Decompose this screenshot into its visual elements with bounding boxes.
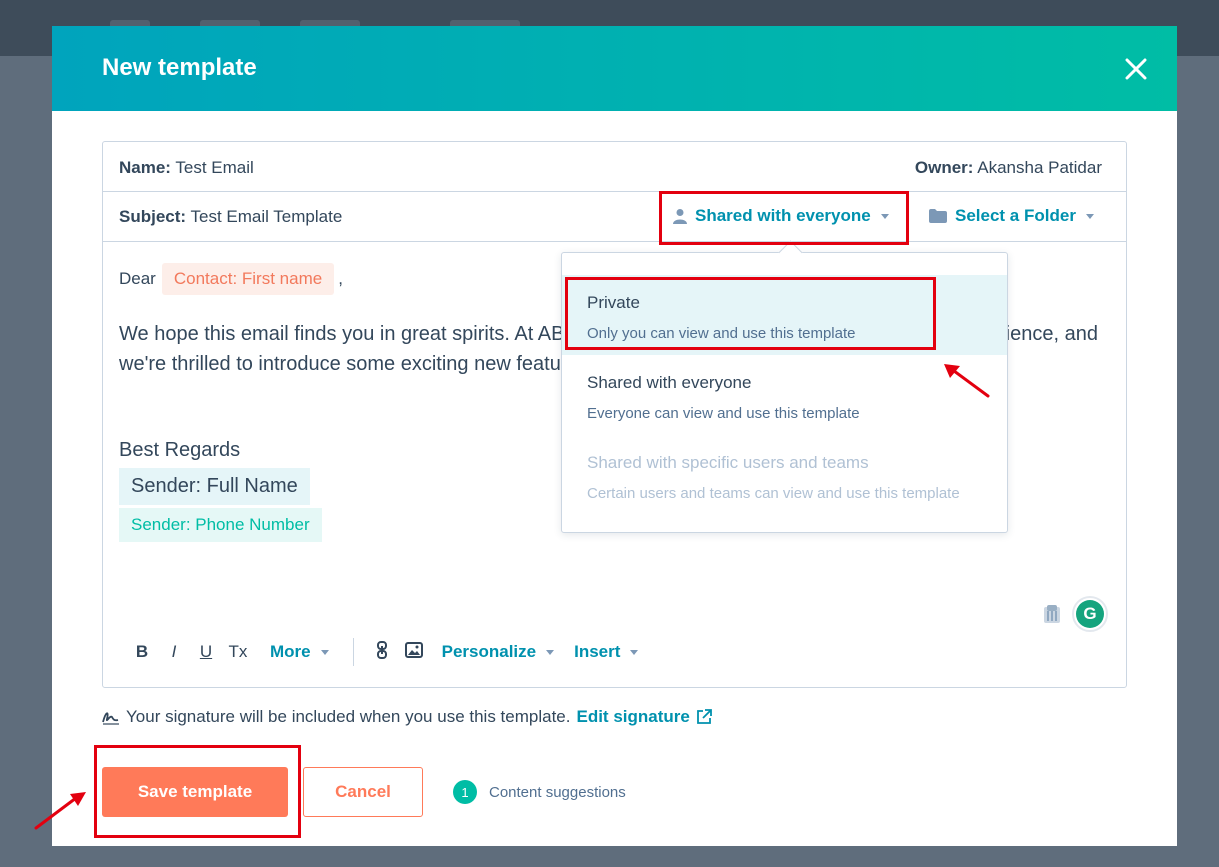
close-icon[interactable] bbox=[1121, 54, 1151, 84]
subject-field[interactable]: Subject: Test Email Template bbox=[119, 207, 342, 227]
greeting-line: Dear Contact: First name , bbox=[119, 263, 343, 295]
user-icon bbox=[673, 209, 687, 224]
toolbar-divider bbox=[352, 638, 354, 666]
subject-row: Subject: Test Email Template Shared with… bbox=[103, 192, 1126, 242]
option-description: Certain users and teams can view and use… bbox=[587, 485, 960, 502]
sharing-dropdown-button[interactable]: Shared with everyone bbox=[673, 206, 889, 226]
paragraph-line-2: we're thrilled to introduce some excitin… bbox=[119, 353, 561, 375]
paragraph-line-1-end: rience, and bbox=[999, 323, 1098, 345]
insert-button[interactable]: Insert bbox=[574, 642, 639, 662]
sharing-option-private[interactable]: Private Only you can view and use this t… bbox=[562, 275, 1007, 355]
edit-signature-link[interactable]: Edit signature bbox=[576, 707, 712, 727]
save-template-button[interactable]: Save template bbox=[102, 767, 288, 817]
sharing-dropdown-menu: Private Only you can view and use this t… bbox=[561, 252, 1008, 533]
modal-title: New template bbox=[102, 54, 257, 81]
modal-header: New template bbox=[52, 26, 1177, 111]
paragraph-line-1: We hope this email finds you in great sp… bbox=[119, 323, 565, 345]
signature-icon bbox=[102, 712, 119, 725]
option-description: Everyone can view and use this template bbox=[587, 405, 860, 422]
option-description: Only you can view and use this template bbox=[587, 325, 856, 342]
more-button[interactable]: More bbox=[270, 642, 329, 662]
owner-value[interactable]: Akansha Patidar bbox=[977, 158, 1102, 177]
clear-formatting-button[interactable]: Tx bbox=[222, 642, 254, 662]
suggestions-label: Content suggestions bbox=[489, 783, 626, 801]
chevron-down-icon bbox=[320, 649, 329, 655]
name-label: Name: bbox=[119, 158, 171, 177]
sharing-option-specific-users: Shared with specific users and teams Cer… bbox=[562, 435, 1007, 515]
underline-button[interactable]: U bbox=[190, 642, 222, 662]
editor-side-icons: G bbox=[1042, 596, 1108, 632]
option-title: Shared with everyone bbox=[587, 373, 752, 392]
link-icon[interactable] bbox=[366, 640, 398, 664]
edit-signature-label: Edit signature bbox=[576, 707, 690, 726]
sender-full-name-token[interactable]: Sender: Full Name bbox=[119, 468, 310, 505]
subject-value[interactable]: Test Email Template bbox=[190, 207, 342, 226]
option-title: Shared with specific users and teams bbox=[587, 453, 869, 472]
sharing-label: Shared with everyone bbox=[695, 206, 871, 225]
content-suggestions[interactable]: 1 Content suggestions bbox=[453, 780, 626, 804]
greeting-text: Dear bbox=[119, 269, 156, 288]
hubspot-extension-icon[interactable] bbox=[1042, 603, 1062, 625]
greeting-punctuation: , bbox=[338, 269, 343, 288]
cancel-button[interactable]: Cancel bbox=[303, 767, 423, 817]
body-paragraph: We hope this email finds you in great sp… bbox=[119, 319, 564, 379]
signature-note-text: Your signature will be included when you… bbox=[126, 707, 571, 726]
option-title: Private bbox=[587, 293, 640, 312]
formatting-toolbar: B I U Tx More Personalize Insert bbox=[126, 638, 658, 666]
name-owner-row: Name: Test Email Owner: Akansha Patidar bbox=[103, 142, 1126, 192]
owner-field[interactable]: Owner: Akansha Patidar bbox=[915, 158, 1102, 178]
sender-phone-number-token[interactable]: Sender: Phone Number bbox=[119, 508, 322, 542]
external-link-icon bbox=[696, 709, 712, 724]
name-field[interactable]: Name: Test Email bbox=[119, 158, 254, 178]
chevron-down-icon bbox=[1085, 213, 1094, 219]
insert-label: Insert bbox=[574, 642, 621, 661]
owner-label: Owner: bbox=[914, 158, 974, 177]
more-label: More bbox=[270, 642, 311, 661]
bold-button[interactable]: B bbox=[126, 642, 158, 662]
contact-first-name-token[interactable]: Contact: First name bbox=[161, 263, 335, 295]
personalize-button[interactable]: Personalize bbox=[442, 642, 555, 662]
name-value[interactable]: Test Email bbox=[175, 158, 253, 177]
best-regards-text: Best Regards bbox=[119, 439, 241, 461]
folder-label: Select a Folder bbox=[955, 206, 1076, 225]
chevron-down-icon bbox=[880, 213, 889, 219]
italic-button[interactable]: I bbox=[158, 642, 190, 662]
chevron-down-icon bbox=[630, 649, 639, 655]
personalize-label: Personalize bbox=[441, 642, 537, 661]
image-icon[interactable] bbox=[398, 641, 430, 663]
signature-note: Your signature will be included when you… bbox=[102, 707, 712, 727]
sharing-option-everyone[interactable]: Shared with everyone Everyone can view a… bbox=[562, 355, 1007, 435]
suggestions-count-badge: 1 bbox=[453, 780, 477, 804]
chevron-down-icon bbox=[546, 649, 555, 655]
folder-dropdown-button[interactable]: Select a Folder bbox=[929, 206, 1094, 226]
subject-label: Subject: bbox=[119, 207, 187, 226]
folder-icon bbox=[929, 209, 947, 223]
grammarly-icon[interactable]: G bbox=[1072, 596, 1108, 632]
